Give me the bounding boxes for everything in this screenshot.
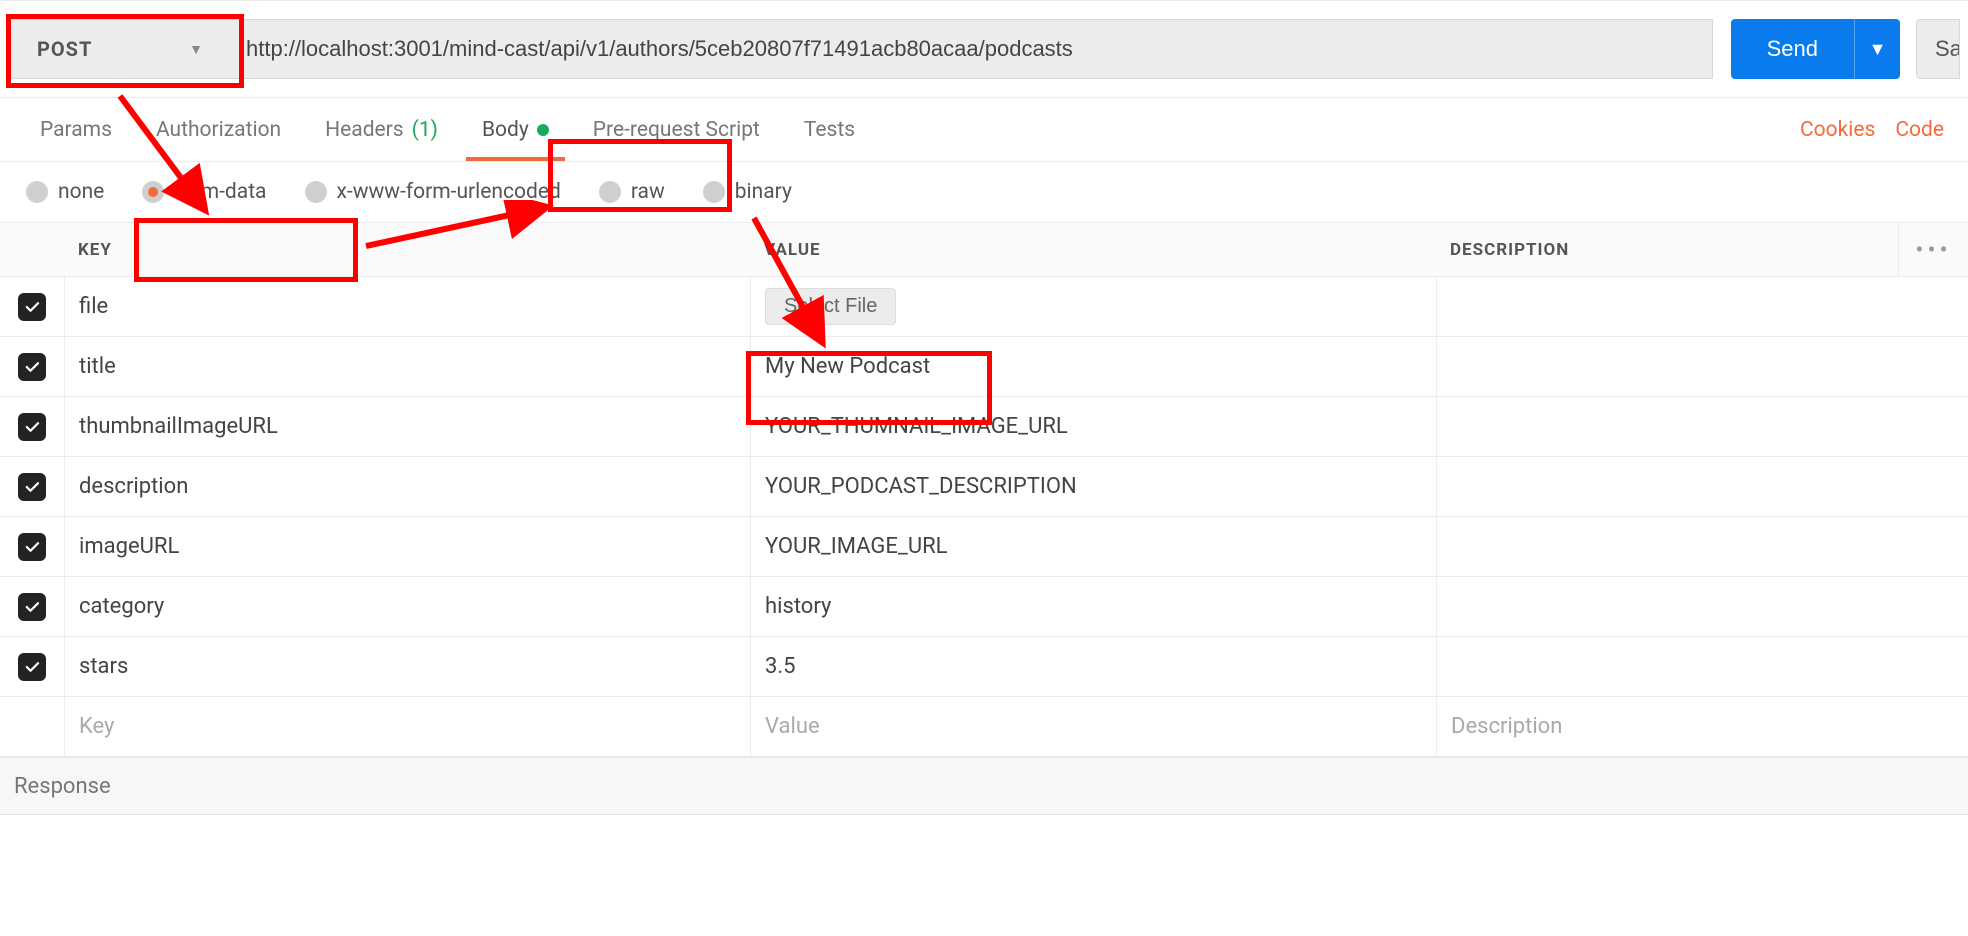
- column-value: VALUE: [750, 240, 1436, 260]
- value-cell[interactable]: Select File: [750, 277, 1436, 336]
- select-file-button[interactable]: Select File: [765, 288, 896, 325]
- table-row-placeholder[interactable]: Key Value Description: [0, 697, 1968, 757]
- key-cell[interactable]: imageURL: [64, 517, 750, 576]
- form-data-table: KEY VALUE DESCRIPTION ••• file Select Fil…: [0, 223, 1968, 757]
- key-cell[interactable]: thumbnailImageURL: [64, 397, 750, 456]
- table-options-button[interactable]: •••: [1898, 223, 1968, 276]
- row-checkbox[interactable]: [18, 593, 46, 621]
- key-cell[interactable]: stars: [64, 637, 750, 696]
- table-header: KEY VALUE DESCRIPTION •••: [0, 223, 1968, 277]
- body-type-raw[interactable]: raw: [599, 180, 665, 204]
- value-cell[interactable]: YOUR_THUMNAIL_IMAGE_URL: [750, 397, 1436, 456]
- cookies-link[interactable]: Cookies: [1800, 118, 1875, 142]
- radio-icon: [305, 181, 327, 203]
- value-cell[interactable]: 3.5: [750, 637, 1436, 696]
- value-cell[interactable]: history: [750, 577, 1436, 636]
- value-cell[interactable]: YOUR_PODCAST_DESCRIPTION: [750, 457, 1436, 516]
- description-cell[interactable]: [1436, 397, 1968, 456]
- key-cell[interactable]: description: [64, 457, 750, 516]
- send-dropdown-button[interactable]: ▼: [1854, 19, 1900, 79]
- key-cell[interactable]: category: [64, 577, 750, 636]
- description-cell[interactable]: [1436, 337, 1968, 396]
- radio-icon: [142, 181, 164, 203]
- response-label: Response: [14, 774, 111, 799]
- http-method-select[interactable]: POST ▼: [8, 19, 228, 79]
- body-type-none[interactable]: none: [26, 180, 104, 204]
- value-input-placeholder[interactable]: Value: [750, 697, 1436, 756]
- row-checkbox[interactable]: [18, 473, 46, 501]
- tab-headers[interactable]: Headers (1): [303, 100, 460, 160]
- body-type-binary[interactable]: binary: [703, 180, 792, 204]
- key-input-placeholder[interactable]: Key: [64, 697, 750, 756]
- description-cell[interactable]: [1436, 637, 1968, 696]
- description-cell[interactable]: [1436, 517, 1968, 576]
- body-type-form-data[interactable]: form-data: [142, 180, 266, 204]
- body-type-selector: none form-data x-www-form-urlencoded raw…: [0, 162, 1968, 223]
- table-row: file Select File: [0, 277, 1968, 337]
- tab-tests[interactable]: Tests: [782, 100, 877, 160]
- table-row: categoryhistory: [0, 577, 1968, 637]
- send-button[interactable]: Send: [1731, 19, 1854, 79]
- tab-authorization[interactable]: Authorization: [134, 100, 303, 160]
- radio-icon: [599, 181, 621, 203]
- request-url-input[interactable]: [228, 19, 1713, 79]
- tab-body[interactable]: Body: [460, 100, 571, 160]
- value-cell[interactable]: YOUR_IMAGE_URL: [750, 517, 1436, 576]
- key-cell[interactable]: title: [64, 337, 750, 396]
- key-cell[interactable]: file: [64, 277, 750, 336]
- row-checkbox[interactable]: [18, 293, 46, 321]
- column-description: DESCRIPTION: [1436, 240, 1898, 260]
- code-link[interactable]: Code: [1895, 118, 1944, 142]
- row-checkbox[interactable]: [18, 413, 46, 441]
- request-bar: POST ▼ Send ▼ Save: [0, 0, 1968, 98]
- chevron-down-icon: ▼: [189, 41, 204, 58]
- radio-icon: [703, 181, 725, 203]
- value-cell[interactable]: My New Podcast: [750, 337, 1436, 396]
- tab-params[interactable]: Params: [18, 100, 134, 160]
- description-cell[interactable]: [1436, 577, 1968, 636]
- table-row: imageURLYOUR_IMAGE_URL: [0, 517, 1968, 577]
- request-tabs: Params Authorization Headers (1) Body Pr…: [0, 98, 1968, 162]
- table-row: stars3.5: [0, 637, 1968, 697]
- response-section-header: Response: [0, 757, 1968, 815]
- table-row: titleMy New Podcast: [0, 337, 1968, 397]
- body-type-urlencoded[interactable]: x-www-form-urlencoded: [305, 180, 561, 204]
- table-row: descriptionYOUR_PODCAST_DESCRIPTION: [0, 457, 1968, 517]
- dot-indicator-icon: [537, 124, 549, 136]
- row-checkbox[interactable]: [18, 653, 46, 681]
- row-checkbox[interactable]: [18, 353, 46, 381]
- save-button[interactable]: Save: [1916, 19, 1960, 79]
- tab-prerequest-script[interactable]: Pre-request Script: [571, 100, 782, 160]
- chevron-down-icon: ▼: [1869, 39, 1887, 60]
- description-cell[interactable]: [1436, 457, 1968, 516]
- description-input-placeholder[interactable]: Description: [1436, 697, 1968, 756]
- radio-icon: [26, 181, 48, 203]
- description-cell[interactable]: [1436, 277, 1968, 336]
- column-key: KEY: [64, 240, 750, 260]
- row-checkbox[interactable]: [18, 533, 46, 561]
- http-method-label: POST: [37, 37, 92, 61]
- table-row: thumbnailImageURLYOUR_THUMNAIL_IMAGE_URL: [0, 397, 1968, 457]
